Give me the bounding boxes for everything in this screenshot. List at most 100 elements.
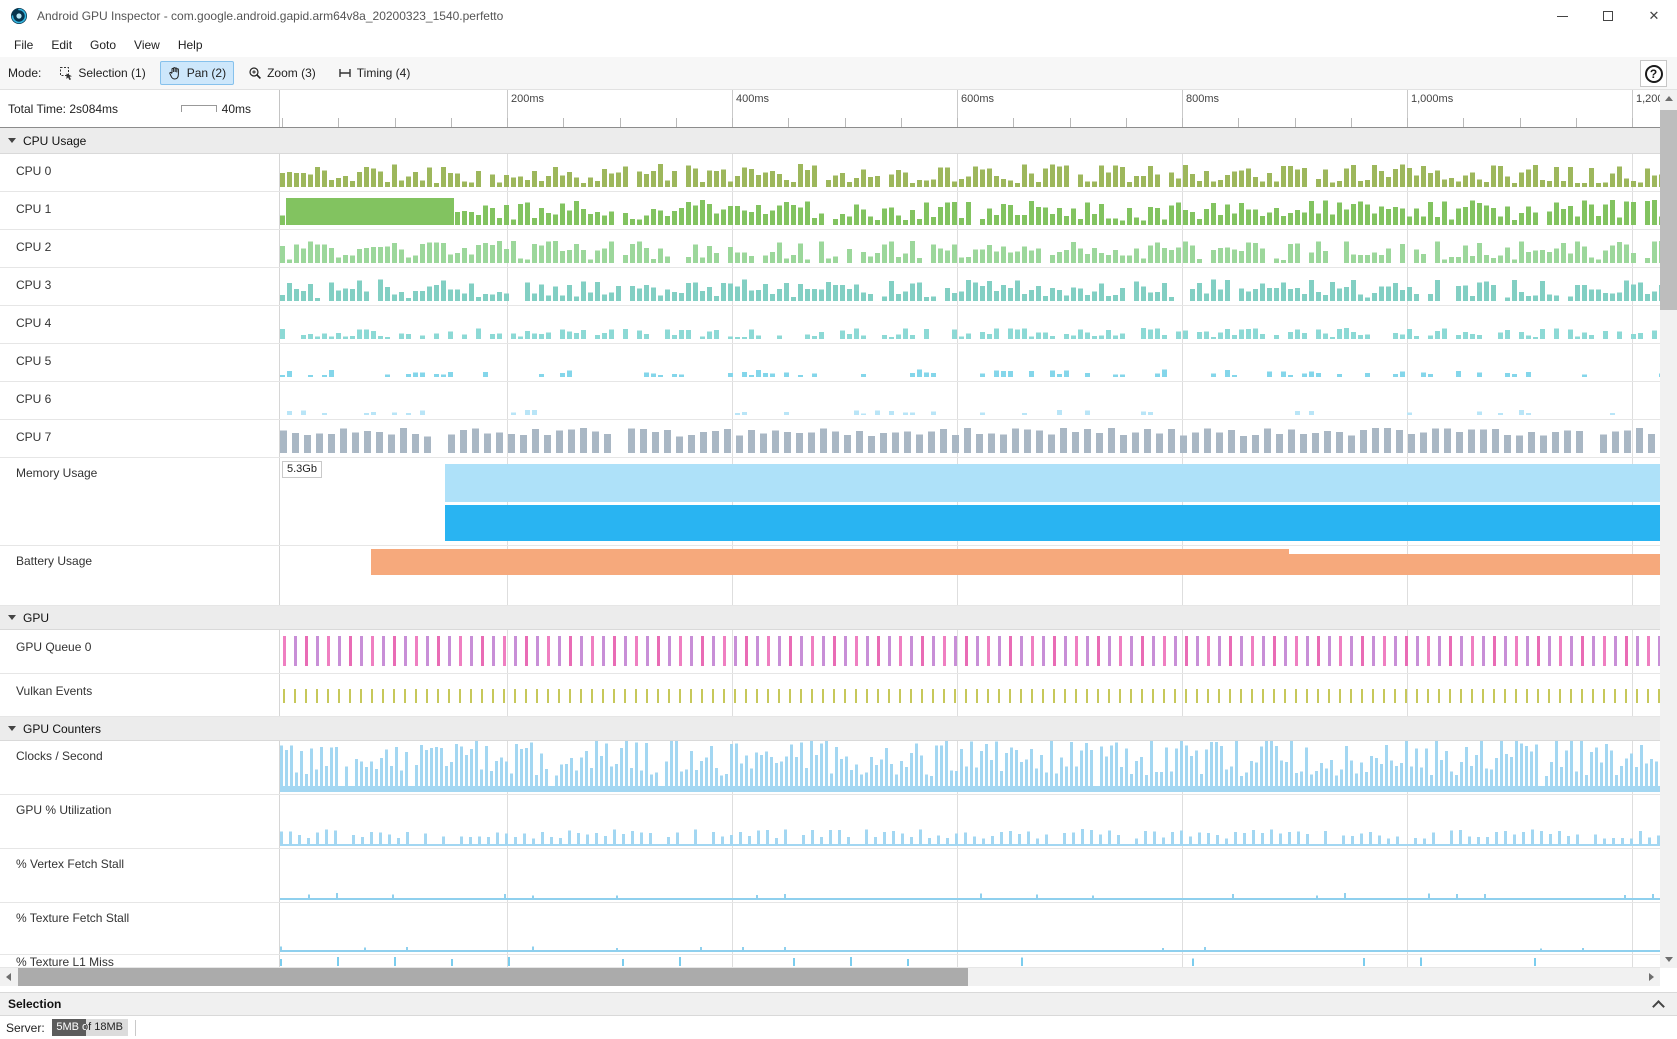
track-chart-cpu-0[interactable]	[280, 154, 1660, 191]
track-chart-texture-l1-miss[interactable]	[280, 955, 1660, 967]
track-row-cpu-0: CPU 0	[0, 154, 1660, 192]
track-row-vulkan-events: Vulkan Events	[0, 674, 1660, 717]
track-chart-svg	[280, 546, 1660, 605]
minimize-icon	[1557, 16, 1568, 17]
vertical-scrollbar[interactable]	[1660, 90, 1677, 968]
scroll-right-arrow[interactable]	[1643, 968, 1660, 986]
track-label-memory-usage[interactable]: Memory Usage	[0, 458, 280, 545]
scroll-down-arrow[interactable]	[1660, 951, 1677, 968]
track-chart-vertex-fetch-stall[interactable]	[280, 849, 1660, 902]
vertical-scroll-thumb[interactable]	[1660, 110, 1677, 310]
track-chart-cpu-6[interactable]	[280, 382, 1660, 419]
section-header-gpu-counters[interactable]: GPU Counters	[0, 717, 1660, 741]
ruler-minor-tick	[788, 118, 789, 127]
ruler-scale[interactable]: 200ms400ms600ms800ms1,000ms1,200ms	[280, 90, 1660, 127]
ruler-minor-tick	[338, 118, 339, 127]
selection-icon	[59, 66, 73, 80]
server-memory-badge: 5MB of 18MB 5MB of 18MB	[52, 1019, 128, 1036]
track-chart-clocks-second[interactable]	[280, 741, 1660, 794]
track-chart-cpu-7[interactable]	[280, 420, 1660, 457]
ruler-minor-tick	[1295, 118, 1296, 127]
menu-item-help[interactable]: Help	[169, 35, 212, 55]
menubar: FileEditGotoViewHelp	[0, 32, 1677, 57]
menu-item-file[interactable]: File	[5, 35, 42, 55]
collapse-arrow-icon	[8, 615, 16, 620]
ruler-tick-label: 400ms	[736, 93, 769, 105]
track-label-cpu-3[interactable]: CPU 3	[0, 268, 280, 305]
track-label-cpu-2[interactable]: CPU 2	[0, 230, 280, 267]
ruler-minor-tick	[1576, 118, 1577, 127]
track-chart-gpu-queue-0[interactable]	[280, 630, 1660, 673]
timing-mode-button[interactable]: Timing (4)	[330, 61, 419, 85]
track-chart-cpu-2[interactable]	[280, 230, 1660, 267]
track-chart-cpu-1[interactable]	[280, 192, 1660, 229]
track-label-texture-l1-miss[interactable]: % Texture L1 Miss	[0, 955, 280, 967]
track-label-cpu-7[interactable]: CPU 7	[0, 420, 280, 457]
ruler-minor-tick	[957, 118, 958, 127]
track-chart-svg	[280, 741, 1660, 794]
track-label-clocks-second[interactable]: Clocks / Second	[0, 741, 280, 794]
zoom-mode-button[interactable]: Zoom (3)	[240, 61, 324, 85]
title-bar: Android GPU Inspector - com.google.andro…	[0, 0, 1677, 32]
ruler-minor-tick	[563, 118, 564, 127]
track-chart-vulkan-events[interactable]	[280, 674, 1660, 716]
horizontal-scrollbar[interactable]	[0, 968, 1660, 986]
track-chart-svg	[280, 154, 1660, 191]
track-chart-svg	[280, 630, 1660, 673]
track-chart-cpu-3[interactable]	[280, 268, 1660, 305]
scroll-left-arrow[interactable]	[0, 968, 17, 986]
status-bar: Server: 5MB of 18MB 5MB of 18MB	[0, 1016, 1677, 1039]
ruler-minor-tick	[395, 118, 396, 127]
track-label-cpu-0[interactable]: CPU 0	[0, 154, 280, 191]
close-button[interactable]: ✕	[1631, 0, 1677, 32]
scale-bracket-icon	[181, 105, 217, 112]
ruler-minor-tick	[1238, 118, 1239, 127]
pan-mode-button[interactable]: Pan (2)	[160, 61, 234, 85]
mode-label: Mode:	[8, 66, 41, 80]
track-row-vertex-fetch-stall: % Vertex Fetch Stall	[0, 849, 1660, 903]
track-chart-gpu-utilization[interactable]	[280, 795, 1660, 848]
track-label-texture-fetch-stall[interactable]: % Texture Fetch Stall	[0, 903, 280, 954]
track-row-texture-l1-miss: % Texture L1 Miss	[0, 955, 1660, 968]
ruler-minor-tick	[1351, 118, 1352, 127]
track-row-cpu-1: CPU 1	[0, 192, 1660, 230]
track-label-battery-usage[interactable]: Battery Usage	[0, 546, 280, 605]
scroll-up-arrow[interactable]	[1660, 90, 1677, 107]
track-row-texture-fetch-stall: % Texture Fetch Stall	[0, 903, 1660, 955]
track-row-cpu-5: CPU 5	[0, 344, 1660, 382]
horizontal-scroll-thumb[interactable]	[18, 968, 968, 986]
track-label-cpu-5[interactable]: CPU 5	[0, 344, 280, 381]
help-button[interactable]: ?	[1640, 60, 1667, 87]
track-chart-svg	[280, 458, 1660, 545]
track-chart-cpu-4[interactable]	[280, 306, 1660, 343]
section-header-cpu-usage[interactable]: CPU Usage	[0, 128, 1660, 154]
ruler-tick-label: 200ms	[511, 93, 544, 105]
track-chart-memory-usage[interactable]: 5.3Gb	[280, 458, 1660, 545]
chevron-up-icon[interactable]	[1652, 1000, 1665, 1013]
track-label-cpu-4[interactable]: CPU 4	[0, 306, 280, 343]
menu-item-view[interactable]: View	[125, 35, 169, 55]
ruler-minor-tick	[1463, 118, 1464, 127]
section-header-gpu[interactable]: GPU	[0, 606, 1660, 630]
minimize-button[interactable]	[1539, 0, 1585, 32]
menu-item-goto[interactable]: Goto	[81, 35, 125, 55]
track-chart-cpu-5[interactable]	[280, 344, 1660, 381]
ruler-minor-tick	[507, 118, 508, 127]
track-label-gpu-queue-0[interactable]: GPU Queue 0	[0, 630, 280, 673]
track-chart-texture-fetch-stall[interactable]	[280, 903, 1660, 954]
track-label-vertex-fetch-stall[interactable]: % Vertex Fetch Stall	[0, 849, 280, 902]
selection-panel-header[interactable]: Selection	[0, 992, 1677, 1016]
ruler-minor-tick	[451, 118, 452, 127]
track-chart-battery-usage[interactable]	[280, 546, 1660, 605]
maximize-button[interactable]	[1585, 0, 1631, 32]
track-label-cpu-1[interactable]: CPU 1	[0, 192, 280, 229]
selection-mode-button[interactable]: Selection (1)	[51, 61, 153, 85]
track-label-vulkan-events[interactable]: Vulkan Events	[0, 674, 280, 716]
track-label-cpu-6[interactable]: CPU 6	[0, 382, 280, 419]
ruler-left: Total Time: 2s084ms 40ms	[0, 90, 280, 127]
menu-item-edit[interactable]: Edit	[42, 35, 81, 55]
track-label-gpu-utilization[interactable]: GPU % Utilization	[0, 795, 280, 848]
track-chart-svg	[280, 674, 1660, 716]
track-chart-svg	[280, 420, 1660, 457]
ruler-minor-tick	[1070, 118, 1071, 127]
